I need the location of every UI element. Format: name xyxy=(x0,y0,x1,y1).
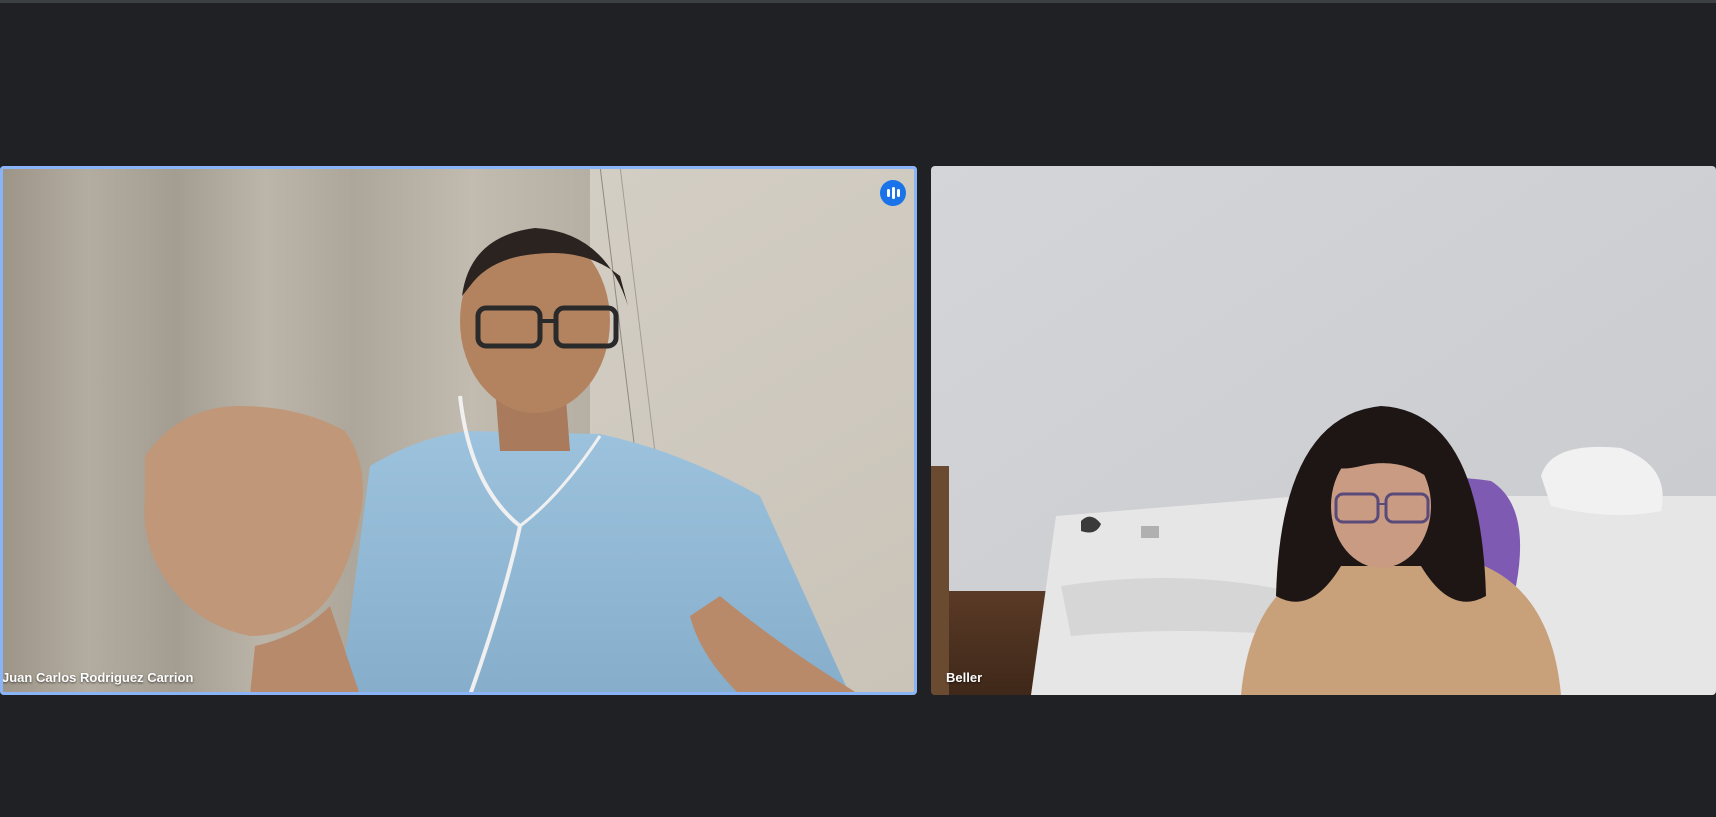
participant-tile[interactable]: Beller xyxy=(931,166,1716,695)
audio-level-bar xyxy=(896,189,900,197)
participant-name-label: Juan Carlos Rodriguez Carrion xyxy=(2,670,194,685)
audio-level-bar xyxy=(886,189,890,197)
participant-video-feed xyxy=(931,166,1716,695)
participant-name-label: Beller xyxy=(946,670,983,685)
meeting-stage: Juan Carlos Rodriguez Carrion Beller xyxy=(0,0,1716,817)
participant-tile-speaker[interactable]: Juan Carlos Rodriguez Carrion xyxy=(0,166,917,695)
audio-level-icon[interactable] xyxy=(880,180,906,206)
audio-level-bar xyxy=(891,187,895,199)
top-divider xyxy=(0,0,1716,3)
participant-video-feed xyxy=(0,166,917,695)
